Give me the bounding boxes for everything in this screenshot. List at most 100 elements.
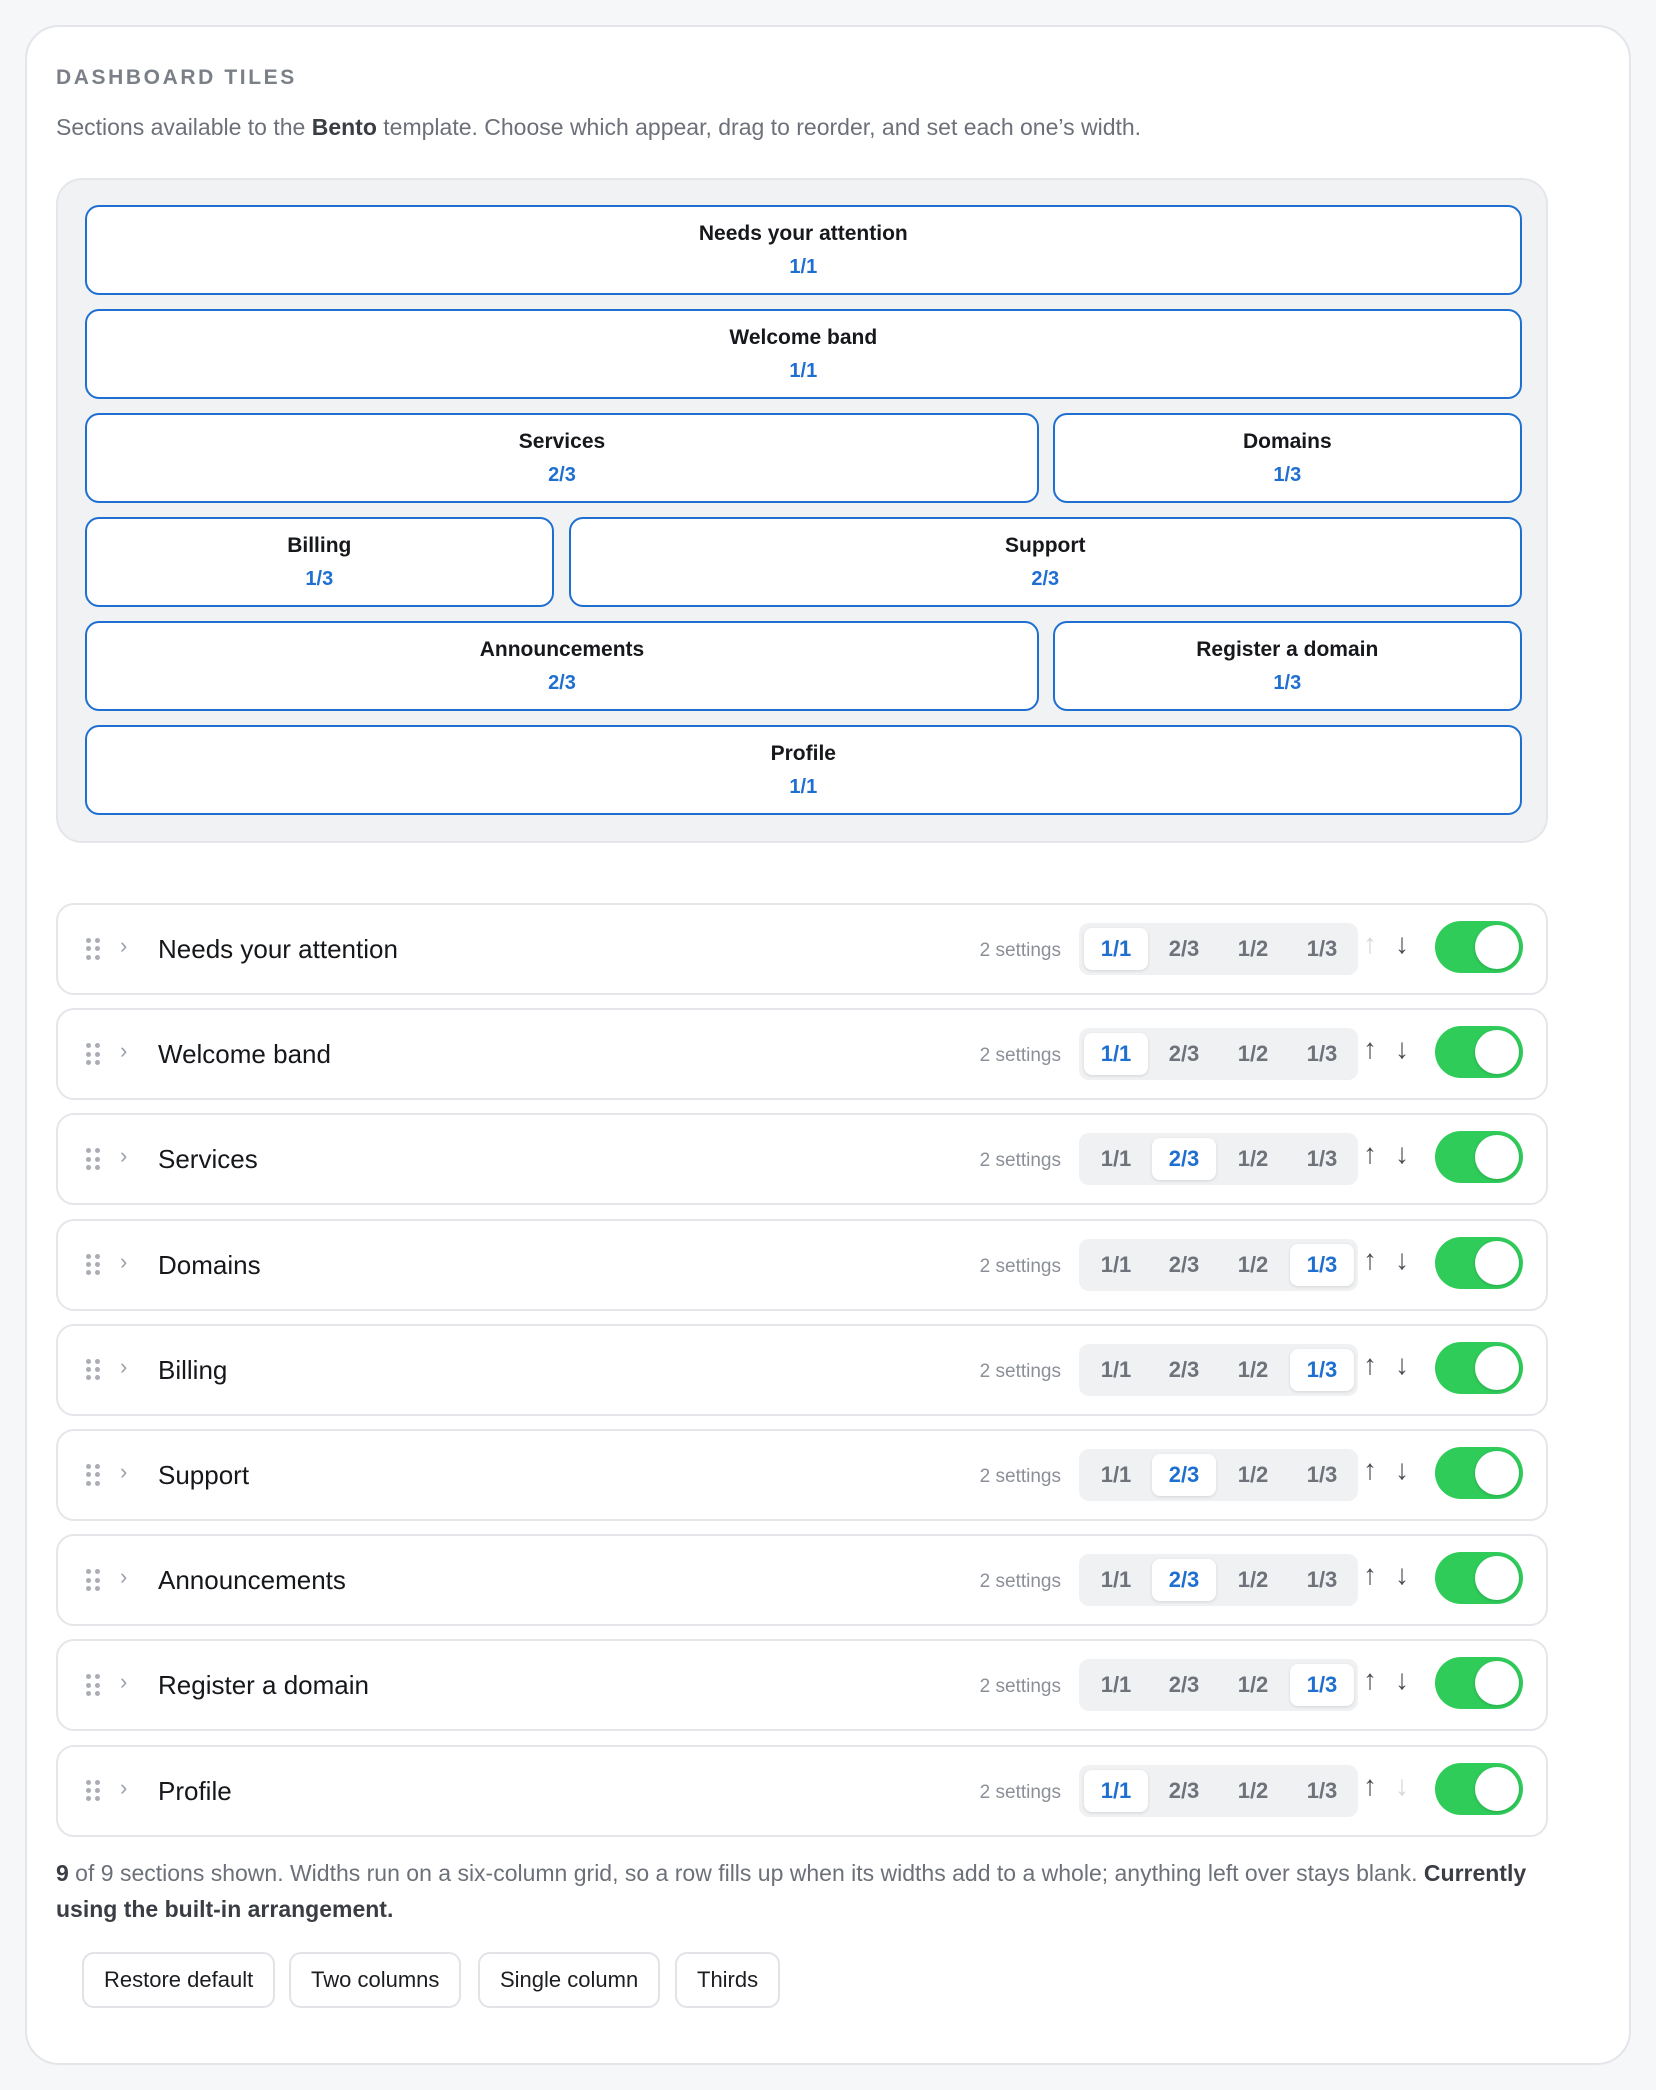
visibility-toggle[interactable] xyxy=(1435,921,1523,973)
drag-handle-icon[interactable] xyxy=(86,1148,100,1171)
settings-count[interactable]: 2 settings xyxy=(951,1466,1061,1488)
expand-chevron-icon[interactable]: › xyxy=(120,1355,127,1378)
settings-count[interactable]: 2 settings xyxy=(951,1676,1061,1698)
width-option-1-3[interactable]: 1/3 xyxy=(1290,1770,1354,1812)
move-down-icon[interactable]: ↓ xyxy=(1395,1561,1409,1589)
width-option-1-2[interactable]: 1/2 xyxy=(1221,1770,1285,1812)
drag-handle-icon[interactable] xyxy=(86,1464,100,1486)
visibility-toggle[interactable] xyxy=(1435,1236,1523,1289)
preview-tile: Services 2/3 xyxy=(84,413,1040,504)
move-up-icon[interactable]: ↑ xyxy=(1363,1771,1377,1800)
width-option-2-3[interactable]: 2/3 xyxy=(1152,1138,1216,1181)
width-option-1-1[interactable]: 1/1 xyxy=(1084,1033,1148,1076)
visibility-toggle[interactable] xyxy=(1435,1341,1523,1394)
width-option-1-3[interactable]: 1/3 xyxy=(1290,1559,1354,1601)
settings-count[interactable]: 2 settings xyxy=(951,1256,1061,1278)
width-option-2-3[interactable]: 2/3 xyxy=(1152,1244,1216,1286)
width-option-1-2[interactable]: 1/2 xyxy=(1221,1244,1285,1286)
move-down-icon[interactable]: ↓ xyxy=(1395,930,1409,958)
move-up-icon[interactable]: ↑ xyxy=(1363,1666,1377,1694)
expand-chevron-icon[interactable]: › xyxy=(120,935,127,957)
width-option-1-1[interactable]: 1/1 xyxy=(1084,928,1148,970)
expand-chevron-icon[interactable]: › xyxy=(120,1145,127,1167)
move-down-icon[interactable]: ↓ xyxy=(1395,1245,1409,1274)
move-down-icon[interactable]: ↓ xyxy=(1395,1771,1409,1800)
width-option-1-1[interactable]: 1/1 xyxy=(1084,1454,1148,1496)
width-option-2-3[interactable]: 2/3 xyxy=(1152,1664,1216,1706)
drag-handle-icon[interactable] xyxy=(86,1569,100,1591)
settings-count[interactable]: 2 settings xyxy=(951,1782,1061,1804)
drag-handle-icon[interactable] xyxy=(86,1253,100,1276)
drag-handle-icon[interactable] xyxy=(86,1779,100,1802)
move-up-icon[interactable]: ↑ xyxy=(1363,1561,1377,1589)
width-option-1-2[interactable]: 1/2 xyxy=(1221,1454,1285,1496)
move-down-icon[interactable]: ↓ xyxy=(1395,1666,1409,1694)
move-up-icon[interactable]: ↑ xyxy=(1363,1245,1377,1274)
drag-handle-icon[interactable] xyxy=(86,1358,100,1381)
width-option-2-3[interactable]: 2/3 xyxy=(1152,1559,1216,1602)
preset-button[interactable]: Restore default xyxy=(82,1952,276,2008)
drag-handle-icon[interactable] xyxy=(86,1674,100,1697)
preset-button[interactable]: Single column xyxy=(478,1952,661,2008)
move-up-icon[interactable]: ↑ xyxy=(1363,1350,1377,1379)
width-option-1-3[interactable]: 1/3 xyxy=(1290,928,1354,970)
width-option-1-3[interactable]: 1/3 xyxy=(1290,1348,1354,1391)
width-option-1-1[interactable]: 1/1 xyxy=(1084,1138,1148,1180)
visibility-toggle[interactable] xyxy=(1435,1657,1523,1710)
preview-tile: Billing 1/3 xyxy=(84,517,554,608)
toggle-knob xyxy=(1475,1766,1519,1811)
width-option-1-3[interactable]: 1/3 xyxy=(1290,1033,1354,1075)
preview-tile: Register a domain 1/3 xyxy=(1052,621,1522,712)
move-down-icon[interactable]: ↓ xyxy=(1395,1350,1409,1379)
width-option-1-1[interactable]: 1/1 xyxy=(1084,1349,1148,1391)
settings-count[interactable]: 2 settings xyxy=(951,1361,1061,1383)
tile-name: Announcements xyxy=(158,1565,346,1596)
preset-button[interactable]: Two columns xyxy=(289,1952,462,2008)
settings-count[interactable]: 2 settings xyxy=(951,1045,1061,1067)
preset-button[interactable]: Thirds xyxy=(675,1952,781,2008)
width-option-2-3[interactable]: 2/3 xyxy=(1152,928,1216,970)
width-option-2-3[interactable]: 2/3 xyxy=(1152,1033,1216,1075)
width-option-1-1[interactable]: 1/1 xyxy=(1084,1664,1148,1706)
move-up-icon[interactable]: ↑ xyxy=(1363,1456,1377,1484)
width-option-1-3[interactable]: 1/3 xyxy=(1290,1664,1354,1707)
width-option-1-1[interactable]: 1/1 xyxy=(1084,1769,1148,1812)
preview-tile-name: Welcome band xyxy=(729,325,878,349)
settings-count[interactable]: 2 settings xyxy=(951,1150,1061,1172)
drag-handle-icon[interactable] xyxy=(86,938,100,960)
width-option-1-1[interactable]: 1/1 xyxy=(1084,1244,1148,1286)
width-option-1-3[interactable]: 1/3 xyxy=(1290,1454,1354,1496)
visibility-toggle[interactable] xyxy=(1435,1131,1523,1184)
width-option-1-2[interactable]: 1/2 xyxy=(1221,1349,1285,1391)
move-down-icon[interactable]: ↓ xyxy=(1395,1140,1409,1168)
expand-chevron-icon[interactable]: › xyxy=(120,1671,127,1693)
move-down-icon[interactable]: ↓ xyxy=(1395,1035,1409,1063)
width-option-1-3[interactable]: 1/3 xyxy=(1290,1138,1354,1180)
move-down-icon[interactable]: ↓ xyxy=(1395,1456,1409,1484)
expand-chevron-icon[interactable]: › xyxy=(120,1040,127,1062)
visibility-toggle[interactable] xyxy=(1435,1447,1523,1499)
width-option-1-2[interactable]: 1/2 xyxy=(1221,1664,1285,1706)
settings-count[interactable]: 2 settings xyxy=(951,940,1061,962)
width-option-1-2[interactable]: 1/2 xyxy=(1221,1559,1285,1601)
expand-chevron-icon[interactable]: › xyxy=(120,1566,127,1588)
width-option-1-2[interactable]: 1/2 xyxy=(1221,1138,1285,1180)
width-option-1-2[interactable]: 1/2 xyxy=(1221,1033,1285,1075)
move-up-icon[interactable]: ↑ xyxy=(1363,1140,1377,1168)
width-option-1-2[interactable]: 1/2 xyxy=(1221,928,1285,970)
width-option-2-3[interactable]: 2/3 xyxy=(1152,1454,1216,1496)
visibility-toggle[interactable] xyxy=(1435,1552,1523,1605)
width-option-1-3[interactable]: 1/3 xyxy=(1290,1243,1354,1286)
visibility-toggle[interactable] xyxy=(1435,1762,1523,1815)
visibility-toggle[interactable] xyxy=(1435,1026,1523,1079)
expand-chevron-icon[interactable]: › xyxy=(120,1776,127,1799)
expand-chevron-icon[interactable]: › xyxy=(120,1461,127,1483)
width-option-2-3[interactable]: 2/3 xyxy=(1152,1770,1216,1812)
settings-count[interactable]: 2 settings xyxy=(951,1571,1061,1593)
expand-chevron-icon[interactable]: › xyxy=(120,1250,127,1273)
width-option-1-1[interactable]: 1/1 xyxy=(1084,1559,1148,1601)
width-option-2-3[interactable]: 2/3 xyxy=(1152,1349,1216,1391)
move-up-icon[interactable]: ↑ xyxy=(1363,930,1377,958)
drag-handle-icon[interactable] xyxy=(86,1043,100,1065)
move-up-icon[interactable]: ↑ xyxy=(1363,1035,1377,1063)
